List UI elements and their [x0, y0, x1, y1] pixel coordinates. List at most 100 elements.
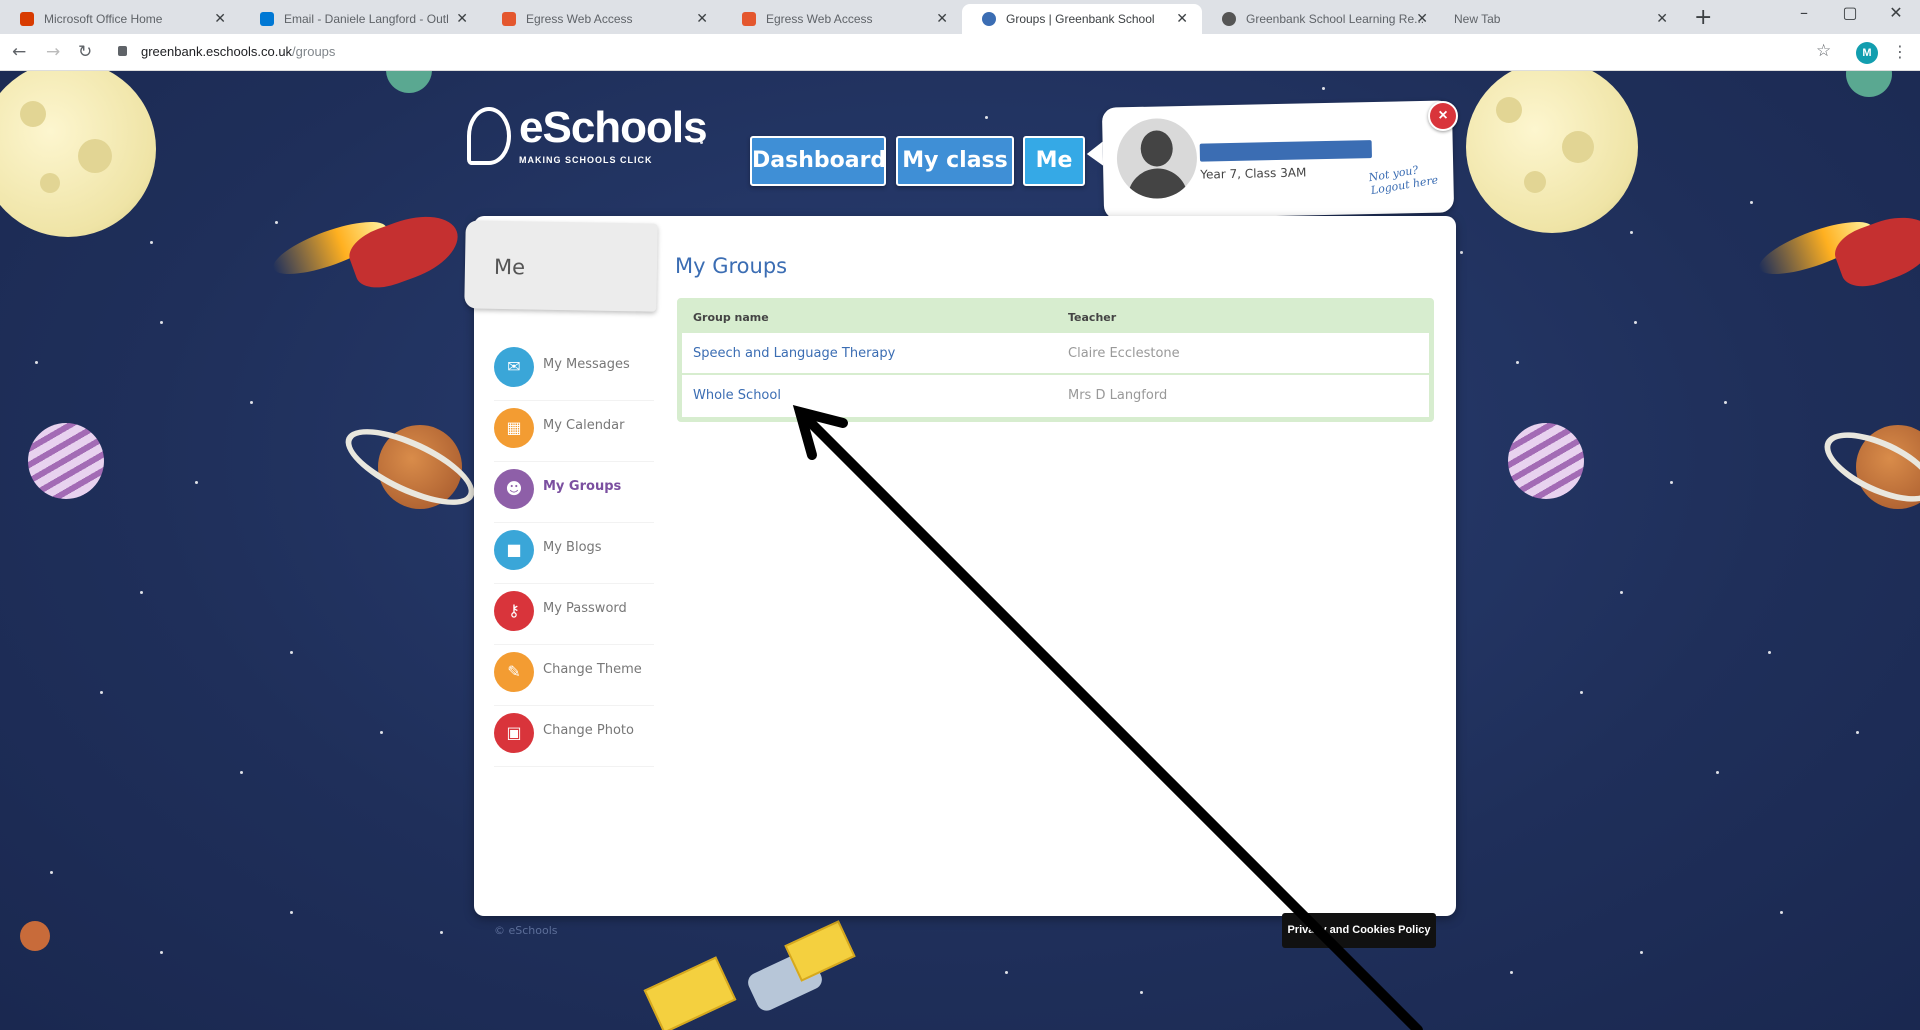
sidebar-menu: ✉ My Messages ▦ My Calendar ☻ My Groups … [494, 340, 654, 767]
browser-tab-groups[interactable]: Groups | Greenbank School ✕ [962, 4, 1202, 34]
minimize-button[interactable]: – [1784, 3, 1824, 22]
tab-title: Email - Daniele Langford - Outl [284, 12, 449, 26]
green-planet-decoration [1846, 71, 1892, 97]
browser-tab-outlook[interactable]: Email - Daniele Langford - Outl ✕ [240, 4, 482, 34]
key-icon: ⚷ [494, 591, 534, 631]
browser-tab-office[interactable]: Microsoft Office Home ✕ [0, 4, 240, 34]
browser-menu-icon[interactable]: ⋮ [1892, 42, 1908, 61]
close-tab-icon[interactable]: ✕ [1656, 10, 1668, 27]
maximize-button[interactable]: ▢ [1830, 3, 1870, 22]
moon-decoration [0, 71, 156, 237]
user-class: Year 7, Class 3AM [1200, 165, 1307, 182]
eschools-icon [982, 12, 996, 26]
group-name-link[interactable]: Speech and Language Therapy [693, 346, 895, 361]
user-avatar [1116, 117, 1198, 200]
teacher-name: Claire Ecclestone [1068, 346, 1180, 361]
office-icon [20, 12, 34, 26]
close-tab-icon[interactable]: ✕ [696, 10, 708, 27]
sidebar-item-change-photo[interactable]: ▣ Change Photo [494, 706, 654, 767]
striped-planet-decoration [28, 423, 104, 499]
browser-tab-bar: Microsoft Office Home ✕ Email - Daniele … [0, 0, 1920, 34]
reload-icon[interactable]: ↻ [78, 42, 92, 62]
envelope-icon: ✉ [494, 347, 534, 387]
window-close-button[interactable]: ✕ [1876, 3, 1916, 22]
table-row[interactable]: Whole School Mrs D Langford [682, 375, 1429, 417]
column-header-group-name: Group name [693, 311, 769, 324]
striped-planet-decoration [1508, 423, 1584, 499]
browser-tab-egress-2[interactable]: Egress Web Access ✕ [722, 4, 962, 34]
close-icon[interactable]: × [1428, 101, 1458, 131]
tab-title: Egress Web Access [766, 12, 873, 26]
table-row[interactable]: Speech and Language Therapy Claire Eccle… [682, 333, 1429, 375]
pencil-icon: ✎ [494, 652, 534, 692]
sidebar-item-my-messages[interactable]: ✉ My Messages [494, 340, 654, 401]
me-button[interactable]: Me [1023, 136, 1085, 186]
teacher-name: Mrs D Langford [1068, 388, 1168, 403]
sidebar-item-label: My Password [543, 601, 627, 616]
sidebar-item-my-groups[interactable]: ☻ My Groups [494, 462, 654, 523]
dashboard-button[interactable]: Dashboard [750, 136, 886, 186]
sidebar-item-label: Change Photo [543, 723, 634, 738]
sidebar-item-label: My Blogs [543, 540, 602, 555]
back-icon[interactable]: ← [12, 42, 26, 62]
close-tab-icon[interactable]: ✕ [936, 10, 948, 27]
sidebar-item-label: My Messages [543, 357, 630, 372]
calendar-icon: ▦ [494, 408, 534, 448]
browser-tab-learning[interactable]: Greenbank School Learning Re... ✕ [1202, 4, 1442, 34]
outlook-icon [260, 12, 274, 26]
bookmark-star-icon[interactable]: ☆ [1816, 41, 1831, 61]
sidebar-item-change-theme[interactable]: ✎ Change Theme [494, 645, 654, 706]
profile-avatar[interactable]: M [1856, 42, 1878, 64]
close-tab-icon[interactable]: ✕ [456, 10, 468, 27]
table-header: Group name Teacher [682, 303, 1429, 333]
sidebar-item-my-calendar[interactable]: ▦ My Calendar [494, 401, 654, 462]
logout-link[interactable]: Not you? Logout here [1368, 160, 1445, 197]
column-header-teacher: Teacher [1068, 311, 1117, 324]
logo-name: eSchools [519, 103, 708, 152]
tab-title: Groups | Greenbank School [1006, 12, 1155, 26]
tab-title: Microsoft Office Home [44, 12, 163, 26]
cookie-icon[interactable] [20, 921, 50, 951]
rocket-decoration [343, 203, 467, 297]
new-tab-button[interactable]: + [1694, 5, 1712, 30]
close-tab-icon[interactable]: ✕ [1416, 10, 1428, 27]
school-icon [1222, 12, 1236, 26]
redacted-user-name [1199, 140, 1372, 162]
moon-decoration [1466, 71, 1638, 233]
blog-icon: ■ [494, 530, 534, 570]
group-name-link[interactable]: Whole School [693, 388, 781, 403]
sidebar-item-label: My Calendar [543, 418, 625, 433]
sidebar-item-label: My Groups [543, 479, 622, 494]
sidebar-item-label: Change Theme [543, 662, 642, 677]
url-field[interactable]: greenbank.eschools.co.uk/groups [141, 44, 335, 59]
forward-icon[interactable]: → [46, 42, 60, 62]
url-host: greenbank.eschools.co.uk [141, 44, 293, 59]
close-tab-icon[interactable]: ✕ [1176, 10, 1188, 27]
logo-tagline: MAKING SCHOOLS CLICK [519, 155, 653, 165]
satellite-panel-decoration [643, 956, 737, 1030]
egress-icon [502, 12, 516, 26]
photo-icon: ▣ [494, 713, 534, 753]
eschools-logo-icon [467, 107, 511, 165]
lock-icon [118, 46, 127, 56]
groups-table: Group name Teacher Speech and Language T… [677, 298, 1434, 422]
copyright-text: © eSchools [494, 924, 558, 937]
sidebar-item-my-blogs[interactable]: ■ My Blogs [494, 523, 654, 584]
egress-icon [742, 12, 756, 26]
tab-title: New Tab [1454, 12, 1501, 26]
tab-title: Greenbank School Learning Re... [1246, 12, 1425, 26]
sidebar-item-my-password[interactable]: ⚷ My Password [494, 584, 654, 645]
privacy-policy-button[interactable]: Privacy and Cookies Policy [1282, 913, 1436, 948]
browser-tab-new[interactable]: New Tab ✕ [1442, 4, 1682, 34]
rocket-decoration [1829, 205, 1920, 295]
close-tab-icon[interactable]: ✕ [214, 10, 226, 27]
green-planet-decoration [386, 71, 432, 93]
url-path: /groups [292, 44, 336, 59]
browser-tab-egress-1[interactable]: Egress Web Access ✕ [482, 4, 722, 34]
me-section-tab: Me [464, 220, 658, 312]
page-title: My Groups [675, 254, 788, 278]
section-title: Me [493, 254, 526, 280]
my-class-button[interactable]: My class [896, 136, 1014, 186]
profile-card: Year 7, Class 3AM Not you? Logout here [1086, 100, 1455, 220]
groups-icon: ☻ [494, 469, 534, 509]
